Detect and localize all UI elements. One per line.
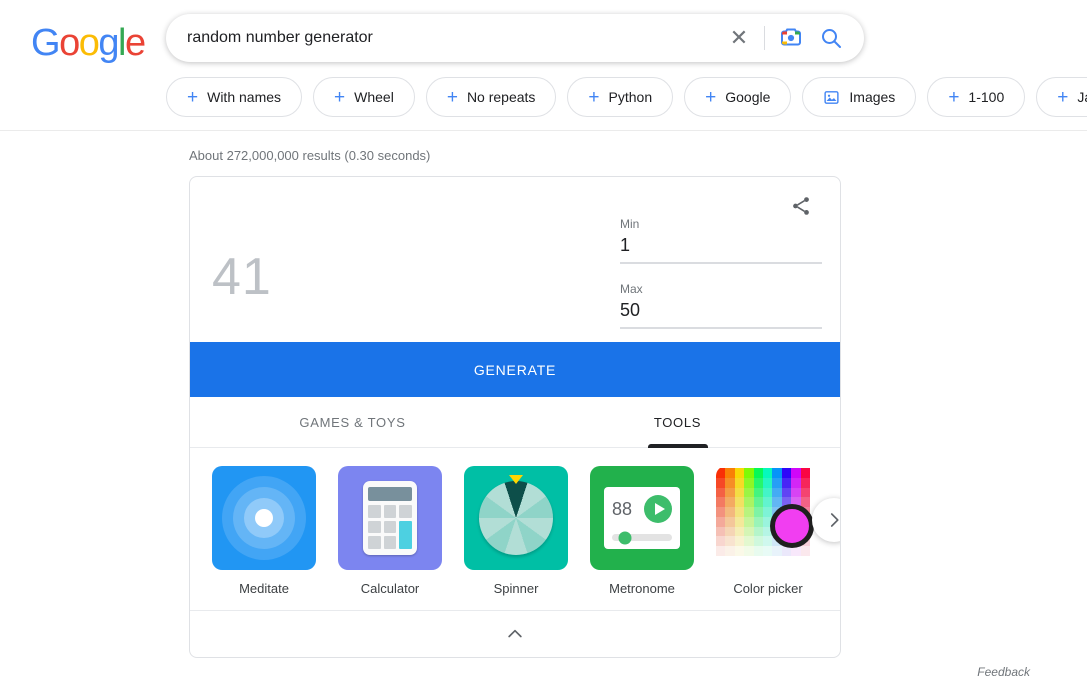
meditate-icon — [212, 466, 316, 570]
plus-icon: + — [187, 86, 199, 108]
main-content: About 272,000,000 results (0.30 seconds)… — [0, 131, 1087, 679]
tile-label: Calculator — [360, 581, 420, 596]
image-icon — [823, 89, 840, 106]
tile-label: Meditate — [239, 581, 289, 596]
feedback-link[interactable]: Feedback — [378, 665, 1030, 679]
generate-button[interactable]: GENERATE — [190, 342, 840, 397]
metronome-bpm: 88 — [612, 498, 633, 519]
chip-label: With names — [207, 89, 282, 105]
tile-label: Spinner — [493, 581, 539, 596]
tool-tiles: Meditate Calculator Spinner 88 Metronome… — [190, 448, 840, 611]
logo-letter-o1: o — [59, 22, 80, 64]
share-icon[interactable] — [790, 195, 812, 222]
plus-icon: + — [1057, 86, 1069, 108]
logo-letter-g: g — [98, 22, 119, 64]
chip-1-100[interactable]: + 1-100 — [927, 77, 1026, 117]
min-input-row[interactable] — [620, 234, 840, 264]
chip-label: Java — [1077, 89, 1087, 105]
plus-icon: + — [705, 86, 717, 108]
logo-letter-G: G — [31, 22, 61, 64]
widget-tabs: GAMES & TOYS TOOLS — [190, 397, 840, 448]
chip-no-repeats[interactable]: + No repeats — [425, 77, 557, 117]
min-field: Min — [620, 217, 840, 264]
logo-letter-o2: o — [78, 22, 100, 64]
plus-icon: + — [588, 86, 600, 108]
max-field: Max — [620, 282, 840, 329]
tab-tools[interactable]: TOOLS — [515, 397, 840, 447]
color-picker-icon — [716, 466, 820, 570]
camera-lens-icon[interactable] — [771, 16, 811, 60]
random-number-widget: 41 Min 1 Max 50 GENERATE GAMES & TOYS TO… — [189, 176, 841, 658]
tile-label: Metronome — [609, 581, 675, 596]
play-icon — [644, 495, 672, 523]
metronome-icon: 88 — [590, 466, 694, 570]
collapse-widget-button[interactable] — [190, 611, 840, 657]
chip-images[interactable]: Images — [802, 77, 917, 117]
chip-label: 1-100 — [968, 89, 1005, 105]
plus-icon: + — [446, 86, 458, 108]
logo-letter-e: e — [124, 22, 146, 64]
tile-meditate[interactable]: Meditate — [212, 466, 316, 596]
widget-top: 41 Min 1 Max 50 — [190, 177, 840, 342]
tab-games-and-toys[interactable]: GAMES & TOYS — [190, 397, 515, 447]
chip-label: Wheel — [354, 89, 394, 105]
max-input[interactable] — [620, 299, 840, 321]
tile-metronome[interactable]: 88 Metronome — [590, 466, 694, 596]
search-bar[interactable]: ✕ — [166, 14, 864, 62]
chip-label: No repeats — [466, 89, 536, 105]
chip-with-names[interactable]: + With names — [166, 77, 303, 117]
chevron-up-icon — [505, 624, 525, 644]
chip-label: Google — [725, 89, 771, 105]
tile-color-picker[interactable]: Color picker — [716, 466, 820, 596]
plus-icon: + — [948, 86, 960, 108]
chip-label: Python — [608, 89, 653, 105]
google-logo[interactable]: Google — [31, 22, 146, 65]
search-input[interactable] — [167, 29, 720, 47]
chip-google[interactable]: + Google — [684, 77, 792, 117]
tile-spinner[interactable]: Spinner — [464, 466, 568, 596]
generated-number: 41 — [212, 248, 272, 306]
chip-java[interactable]: + Java — [1036, 77, 1087, 117]
max-label: Max — [620, 282, 643, 296]
min-input[interactable] — [620, 234, 840, 256]
clear-search-icon[interactable]: ✕ — [720, 16, 758, 60]
chip-python[interactable]: + Python — [567, 77, 674, 117]
range-inputs: Min Max — [620, 197, 840, 342]
search-divider — [764, 26, 765, 50]
chip-label: Images — [849, 89, 896, 105]
plus-icon: + — [334, 86, 346, 108]
logo-letter-l: l — [117, 22, 126, 64]
chip-wheel[interactable]: + Wheel — [313, 77, 415, 117]
filter-chips: + With names + Wheel + No repeats + Pyth… — [166, 77, 1087, 117]
max-input-row[interactable] — [620, 299, 840, 329]
metronome-slider — [612, 531, 672, 544]
tile-calculator[interactable]: Calculator — [338, 466, 442, 596]
results-count: About 272,000,000 results (0.30 seconds) — [189, 148, 431, 163]
search-submit-icon[interactable] — [811, 16, 851, 60]
page-header: Google ✕ + With names + — [0, 0, 1087, 131]
spinner-icon — [464, 466, 568, 570]
calculator-icon — [338, 466, 442, 570]
tile-label: Color picker — [733, 581, 803, 596]
